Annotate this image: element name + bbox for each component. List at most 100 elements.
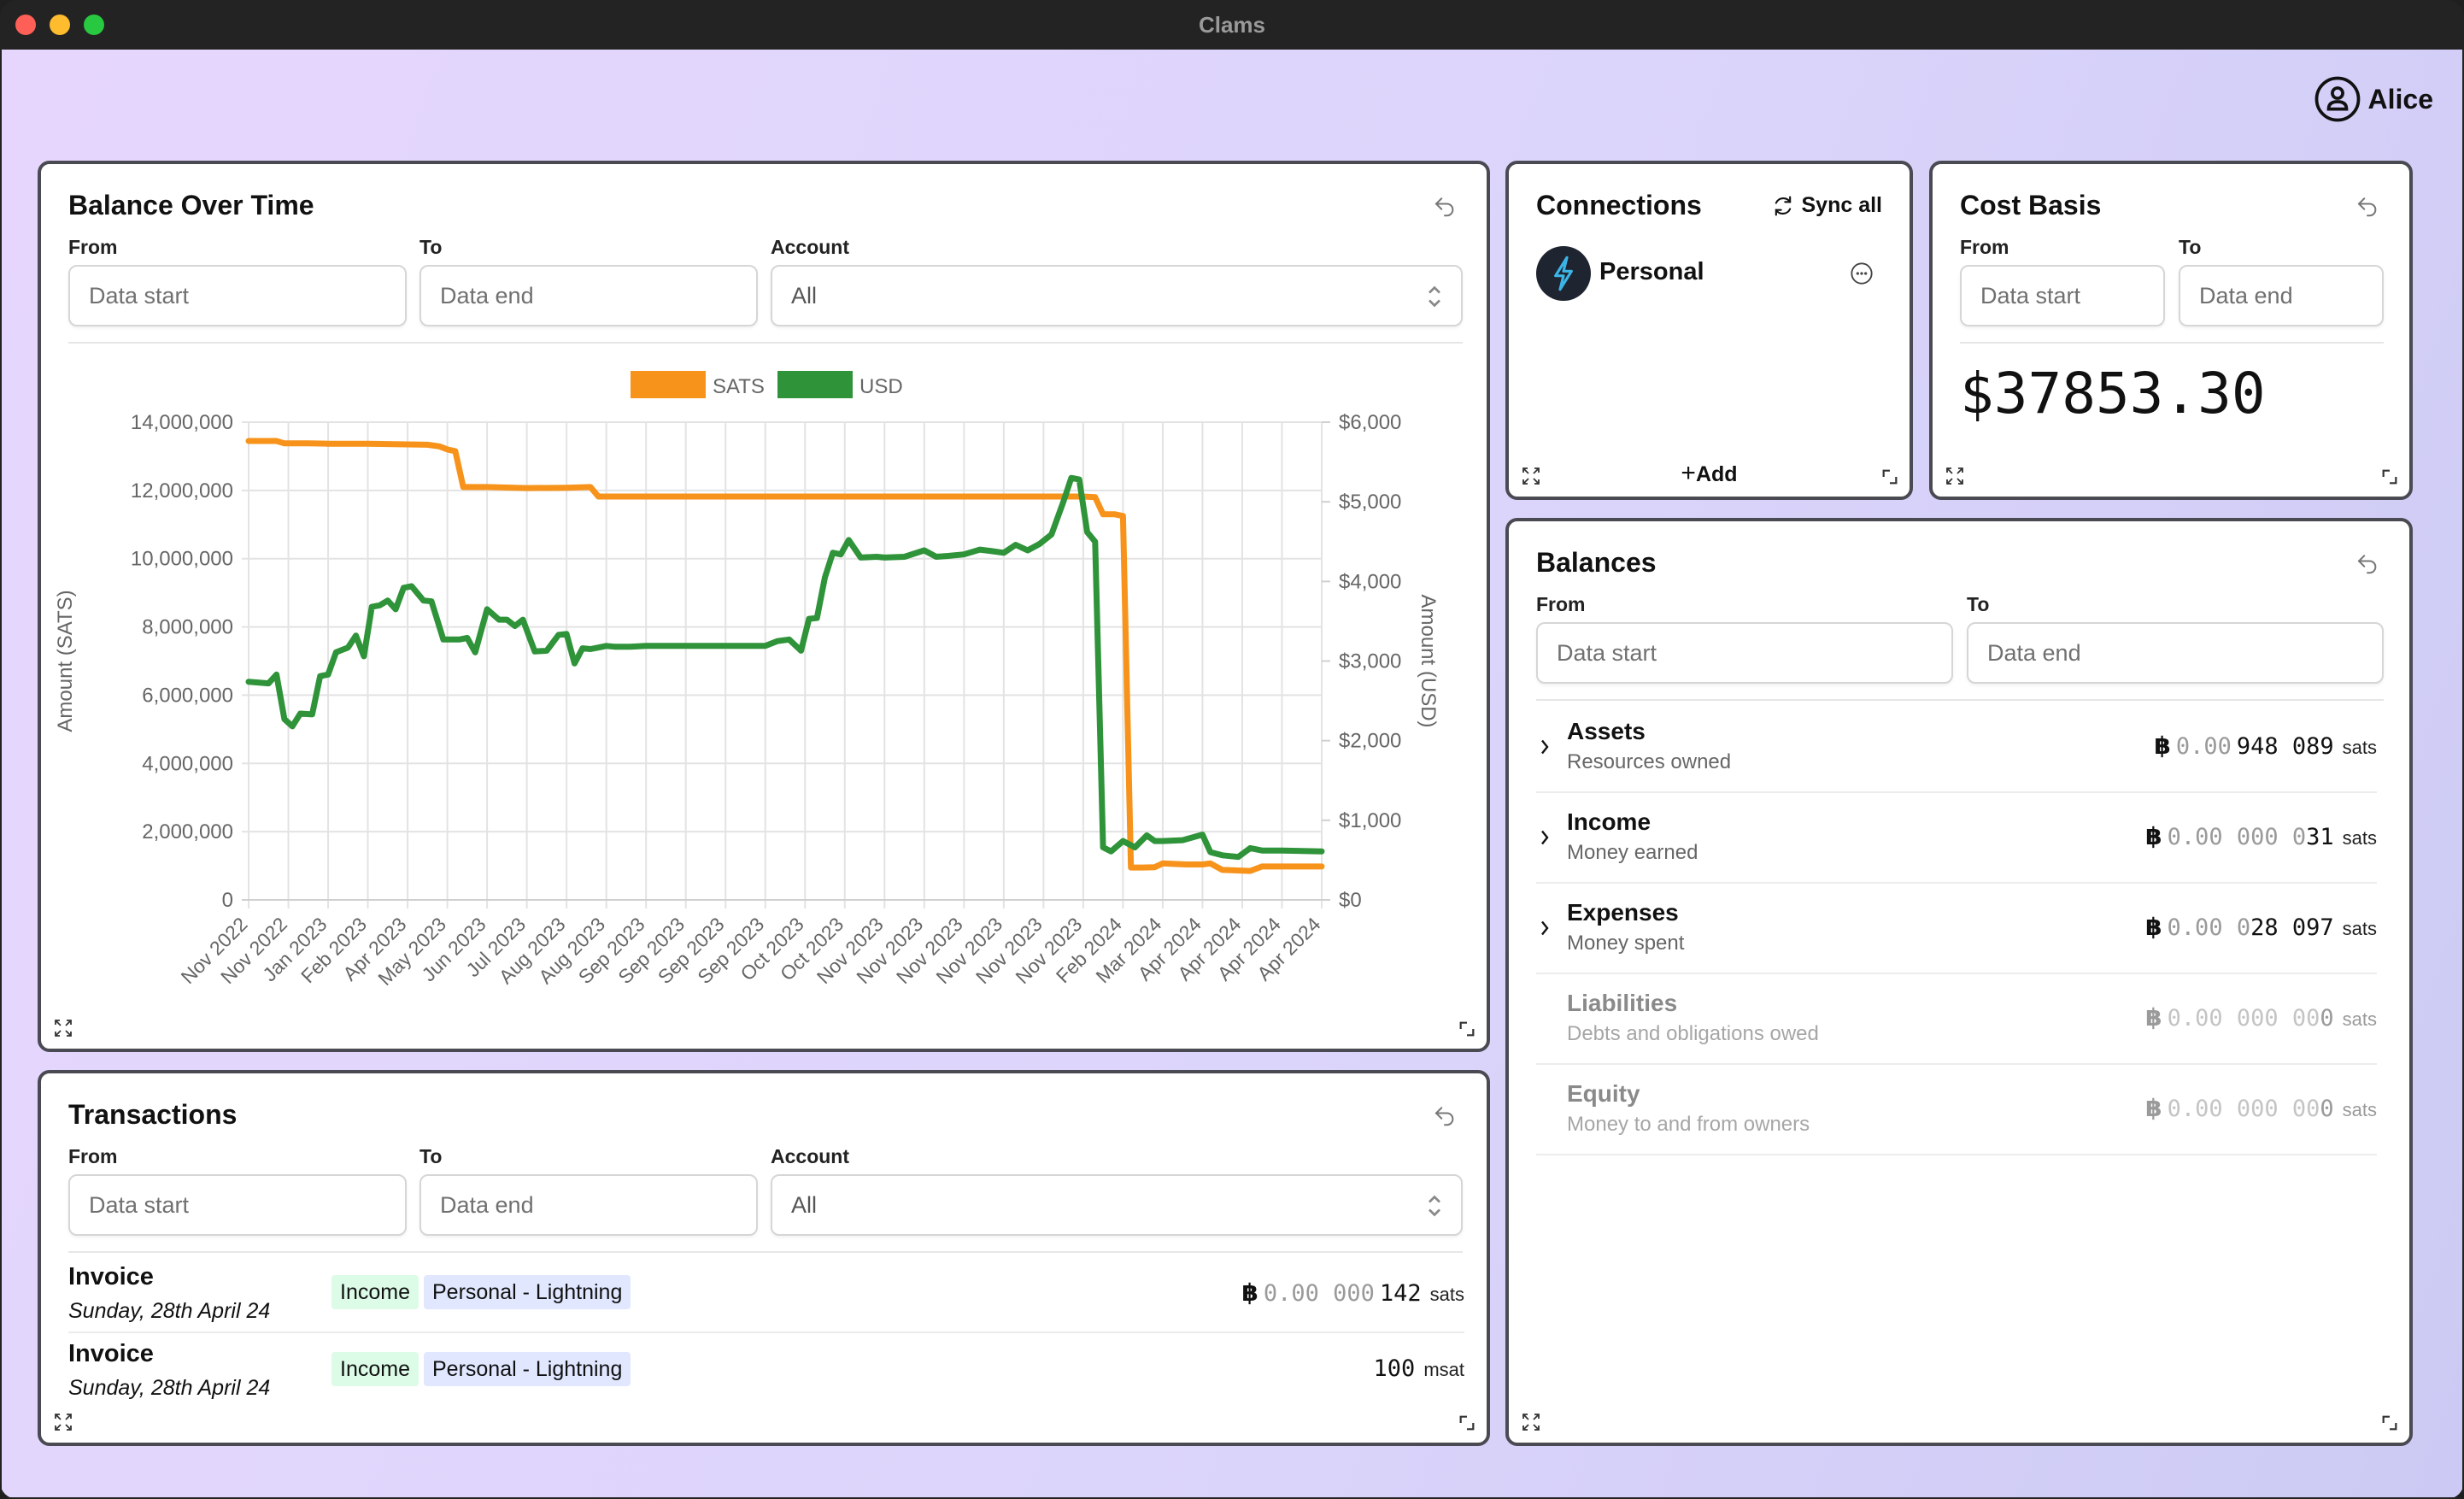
account-select-value: All bbox=[791, 283, 818, 309]
from-date-input[interactable] bbox=[1557, 624, 1912, 682]
card-title: Connections bbox=[1536, 190, 1702, 220]
expand-icon[interactable] bbox=[53, 1412, 73, 1432]
filter-divider bbox=[1960, 342, 2384, 344]
balance-name: Assets bbox=[1567, 718, 1646, 744]
y2-tick-label: $0 bbox=[1339, 889, 1362, 912]
to-label: To bbox=[419, 236, 443, 258]
to-date-input[interactable] bbox=[1987, 624, 2343, 682]
cost-basis-card: Cost Basis From To $37853.30 bbox=[1929, 161, 2413, 500]
amount-unit: sats bbox=[2342, 827, 2377, 849]
balance-name: Liabilities bbox=[1567, 990, 1678, 1016]
balance-row-assets[interactable]: Assets Resources owned ฿ 0.00 948 089 sa… bbox=[1536, 702, 2377, 793]
amount-unit: sats bbox=[2342, 1099, 2377, 1120]
cost-basis-value: $37853.30 bbox=[1960, 361, 2266, 426]
transaction-date: Sunday, 28th April 24 bbox=[68, 1376, 271, 1400]
balance-row-income[interactable]: Income Money earned ฿ 0.00 000 0 31 sats bbox=[1536, 793, 2377, 884]
y2-tick-label: $5,000 bbox=[1339, 491, 1401, 514]
refresh-icon bbox=[1775, 195, 1791, 216]
expand-icon[interactable] bbox=[1521, 1412, 1541, 1432]
transaction-title: Invoice bbox=[68, 1340, 154, 1367]
from-date-field[interactable] bbox=[1960, 265, 2165, 326]
from-date-input[interactable] bbox=[89, 267, 373, 325]
amount-unit: sats bbox=[2342, 918, 2377, 939]
lightning-icon bbox=[1554, 256, 1573, 291]
from-label: From bbox=[1536, 593, 1586, 615]
from-date-input[interactable] bbox=[89, 1176, 373, 1234]
balance-description: Debts and obligations owed bbox=[1567, 1022, 1819, 1045]
resize-handle-icon[interactable] bbox=[1458, 1414, 1476, 1432]
series-line-usd bbox=[245, 474, 1325, 861]
y-tick-label: 0 bbox=[222, 889, 233, 912]
from-date-field[interactable] bbox=[68, 265, 407, 326]
resize-handle-icon[interactable] bbox=[2380, 1414, 2399, 1432]
more-options-icon[interactable] bbox=[1850, 262, 1874, 285]
add-connection-button[interactable]: +Add bbox=[1509, 459, 1910, 488]
balance-row-equity[interactable]: Equity Money to and from owners ฿ 0.00 0… bbox=[1536, 1065, 2377, 1155]
reset-icon[interactable] bbox=[1430, 1102, 1459, 1128]
account-select-value: All bbox=[791, 1192, 818, 1218]
from-date-field[interactable] bbox=[1536, 622, 1953, 684]
to-date-input[interactable] bbox=[440, 1176, 725, 1234]
legend-swatch-usd bbox=[777, 371, 853, 398]
account-select[interactable]: All bbox=[771, 265, 1463, 326]
filter-divider bbox=[1536, 699, 2384, 701]
to-label: To bbox=[419, 1145, 443, 1167]
category-tag: Income bbox=[331, 1352, 419, 1386]
balance-row-expenses[interactable]: Expenses Money spent ฿ 0.00 0 28 097 sat… bbox=[1536, 884, 2377, 974]
balance-over-time-card: Balance Over Time From To Account All No… bbox=[38, 161, 1490, 1052]
amount-leading-zeros: 0.00 000 0 bbox=[2167, 824, 2307, 850]
to-date-input[interactable] bbox=[440, 267, 725, 325]
transaction-amount: 100 msat bbox=[1374, 1355, 1464, 1382]
amount-leading-zeros: 0.00 0 bbox=[2167, 914, 2251, 941]
bitcoin-icon: ฿ bbox=[2145, 1003, 2162, 1032]
expand-icon[interactable] bbox=[1521, 466, 1541, 486]
reset-icon[interactable] bbox=[2353, 550, 2382, 576]
transaction-row[interactable]: Invoice Sunday, 28th April 24 Income Per… bbox=[68, 1258, 1464, 1333]
expand-icon[interactable] bbox=[53, 1018, 73, 1038]
connection-avatar bbox=[1536, 246, 1591, 301]
balance-chart: Nov 2022Nov 2022Jan 2023Feb 2023Apr 2023… bbox=[54, 371, 1440, 990]
bitcoin-icon: ฿ bbox=[1241, 1279, 1258, 1307]
user-menu[interactable]: Alice bbox=[2314, 75, 2433, 123]
user-name: Alice bbox=[2367, 83, 2433, 115]
account-select[interactable]: All bbox=[771, 1174, 1463, 1236]
from-label: From bbox=[1960, 236, 2009, 258]
to-date-field[interactable] bbox=[419, 265, 758, 326]
to-label: To bbox=[2179, 236, 2202, 258]
amount-value: 948 089 bbox=[2236, 733, 2334, 760]
transactions-card: Transactions From To Account All Invoice… bbox=[38, 1070, 1490, 1446]
chevron-right-icon[interactable] bbox=[1536, 827, 1553, 848]
category-tag: Income bbox=[331, 1275, 419, 1309]
balances-card: Balances From To Assets Resources owned … bbox=[1505, 518, 2413, 1446]
amount-value: 0 bbox=[2320, 1096, 2334, 1122]
from-date-field[interactable] bbox=[68, 1174, 407, 1236]
y-tick-label: 14,000,000 bbox=[131, 411, 233, 434]
legend-label-sats: SATS bbox=[713, 375, 765, 398]
user-circle-icon bbox=[2314, 76, 2360, 122]
amount-leading-zeros: 0.00 000 00 bbox=[2167, 1005, 2320, 1032]
transaction-row[interactable]: Invoice Sunday, 28th April 24 Income Per… bbox=[68, 1335, 1464, 1410]
card-title: Balances bbox=[1536, 547, 1657, 578]
from-date-input[interactable] bbox=[1980, 267, 2145, 325]
resize-handle-icon[interactable] bbox=[1880, 467, 1899, 486]
balance-row-liabilities[interactable]: Liabilities Debts and obligations owed ฿… bbox=[1536, 974, 2377, 1065]
chevron-right-icon[interactable] bbox=[1536, 918, 1553, 938]
resize-handle-icon[interactable] bbox=[1458, 1020, 1476, 1038]
expand-icon[interactable] bbox=[1945, 466, 1965, 486]
to-date-field[interactable] bbox=[1967, 622, 2384, 684]
card-title: Balance Over Time bbox=[68, 190, 314, 220]
transaction-amount: ฿ 0.00 000 142 sats bbox=[1241, 1279, 1464, 1307]
to-date-input[interactable] bbox=[2199, 267, 2364, 325]
to-date-field[interactable] bbox=[419, 1174, 758, 1236]
filter-divider bbox=[68, 342, 1463, 344]
amount-unit: sats bbox=[1429, 1284, 1464, 1305]
reset-icon[interactable] bbox=[2353, 193, 2382, 219]
chevron-right-icon[interactable] bbox=[1536, 737, 1553, 757]
y-tick-label: 8,000,000 bbox=[142, 616, 233, 639]
balance-description: Money to and from owners bbox=[1567, 1113, 1810, 1136]
sync-all-button[interactable]: Sync all bbox=[1771, 193, 1882, 218]
reset-icon[interactable] bbox=[1430, 193, 1459, 219]
y-tick-label: 6,000,000 bbox=[142, 684, 233, 707]
to-date-field[interactable] bbox=[2179, 265, 2384, 326]
resize-handle-icon[interactable] bbox=[2380, 467, 2399, 486]
